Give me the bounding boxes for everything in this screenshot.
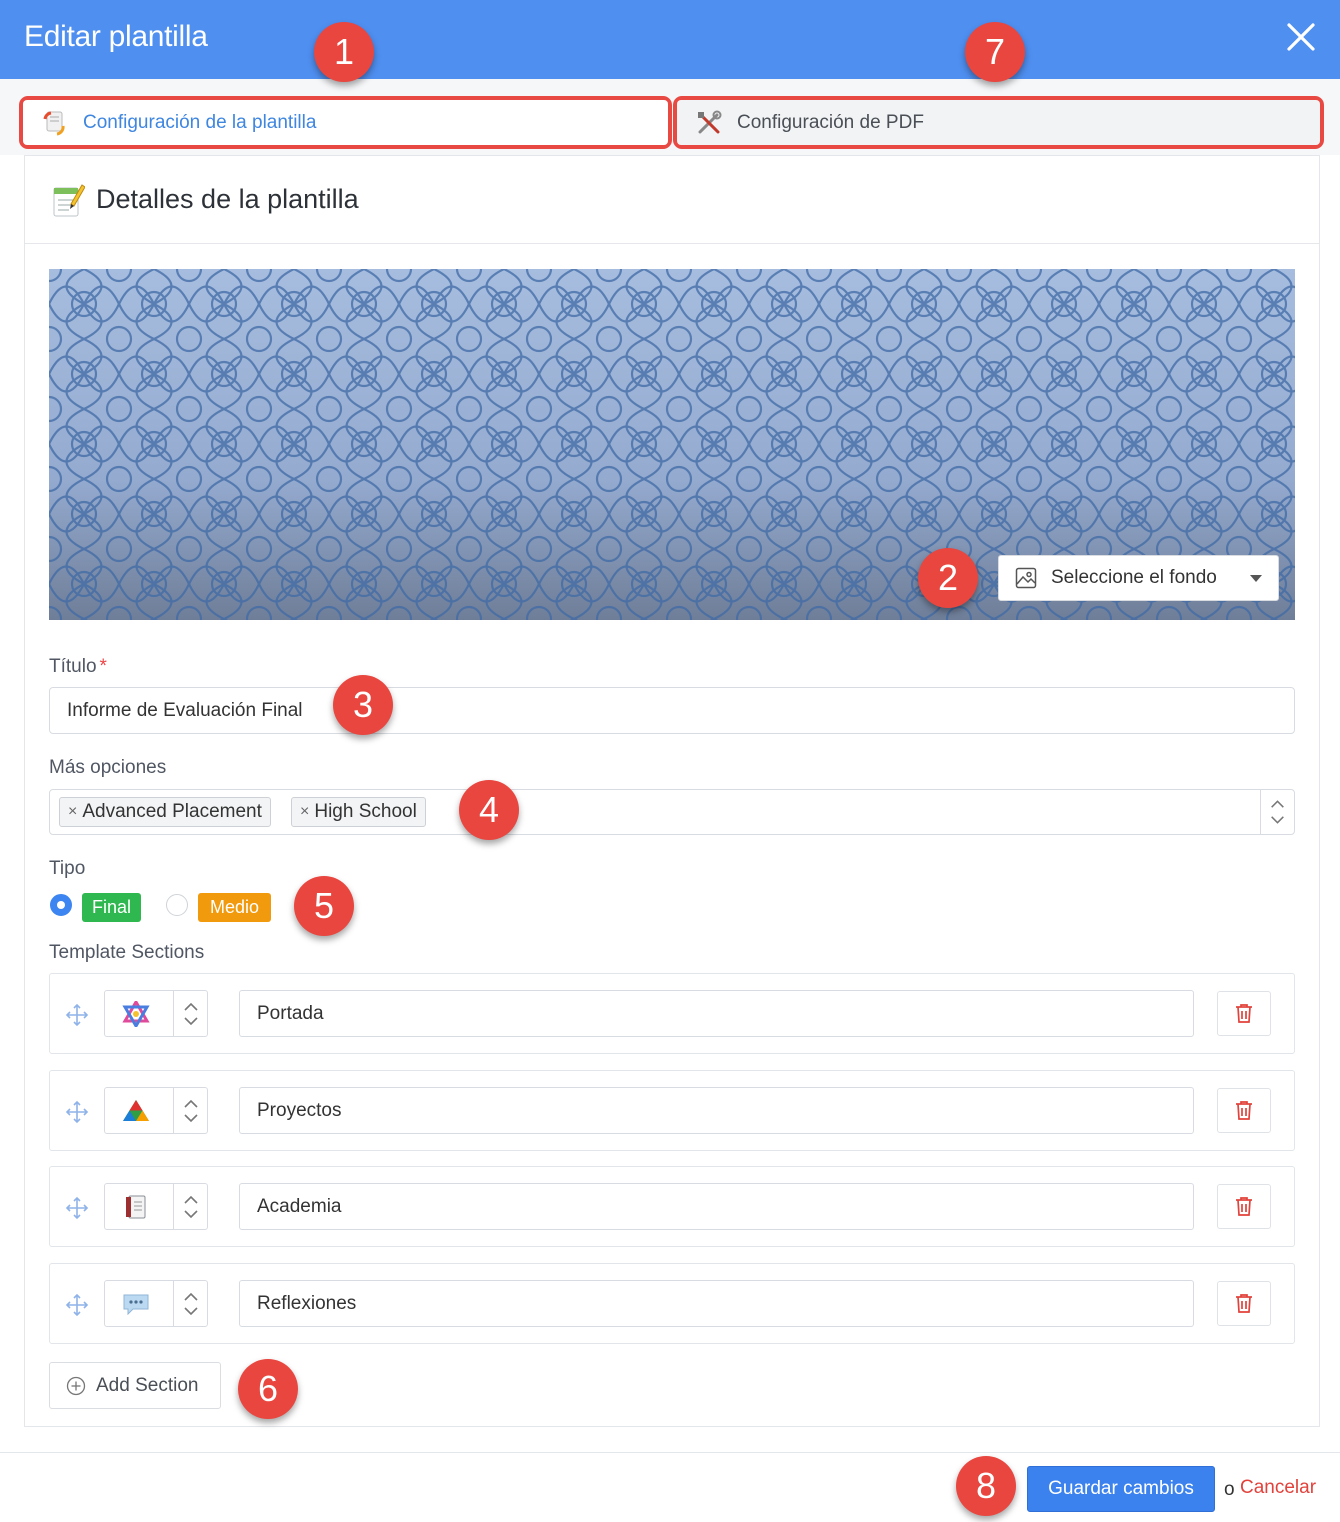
dialog-header: Editar plantilla: [0, 0, 1340, 79]
picker-arrows-icon[interactable]: [180, 999, 202, 1029]
required-mark: *: [99, 656, 107, 677]
panel-title: Detalles de la plantilla: [96, 184, 359, 214]
dialog-title: Editar plantilla: [24, 20, 208, 53]
picker-divider: [173, 1281, 174, 1326]
speech-bubble-icon: [123, 1294, 149, 1316]
tab-template-settings-label: Configuración de la plantilla: [83, 111, 317, 133]
template-section-row: Academia: [49, 1166, 1295, 1247]
remove-tag-icon[interactable]: ×: [68, 803, 77, 821]
option-tag-label: High School: [314, 801, 417, 822]
background-select[interactable]: Seleccione el fondo: [998, 555, 1279, 601]
more-options-select[interactable]: × Advanced Placement × High School: [49, 789, 1295, 835]
section-name-input[interactable]: Proyectos: [239, 1087, 1194, 1134]
picker-divider: [173, 991, 174, 1036]
document-refresh-icon: [43, 111, 65, 135]
template-details-panel: Detalles de la plantilla Seleccione el f…: [24, 155, 1320, 1427]
callout-badge: 1: [314, 22, 374, 82]
remove-tag-icon[interactable]: ×: [300, 803, 309, 821]
select-arrows-icon[interactable]: [1260, 790, 1294, 834]
template-sections-label: Template Sections: [49, 942, 205, 963]
trash-icon: [1236, 1101, 1252, 1120]
section-icon-picker[interactable]: [104, 1087, 208, 1134]
delete-section-button[interactable]: [1217, 1088, 1271, 1133]
picker-arrows-icon[interactable]: [180, 1289, 202, 1319]
tab-pdf-settings[interactable]: Configuración de PDF: [673, 96, 1324, 149]
dialog-footer: Guardar cambios o Cancelar: [0, 1452, 1340, 1522]
type-badge-medio: Medio: [198, 893, 271, 922]
section-name-value: Portada: [257, 1002, 324, 1024]
picker-arrows-icon[interactable]: [180, 1192, 202, 1222]
section-name-input[interactable]: Reflexiones: [239, 1280, 1194, 1327]
picker-divider: [173, 1088, 174, 1133]
trash-icon: [1236, 1294, 1252, 1313]
image-icon: [1015, 567, 1037, 589]
tab-template-settings[interactable]: Configuración de la plantilla: [19, 96, 672, 149]
title-input[interactable]: Informe de Evaluación Final: [49, 687, 1295, 734]
section-icon-picker[interactable]: [104, 1183, 208, 1230]
move-handle-icon[interactable]: [65, 1003, 89, 1027]
tab-pdf-settings-label: Configuración de PDF: [737, 111, 924, 133]
save-changes-button[interactable]: Guardar cambios: [1027, 1466, 1215, 1512]
callout-badge: 4: [459, 780, 519, 840]
plus-circle-icon: [66, 1376, 86, 1395]
panel-header: Detalles de la plantilla: [25, 156, 1319, 244]
chevron-down-icon: [1250, 575, 1262, 582]
close-icon[interactable]: [1284, 20, 1318, 54]
section-name-value: Academia: [257, 1195, 342, 1217]
section-name-input[interactable]: Academia: [239, 1183, 1194, 1230]
tab-bar: Configuración de la plantilla Configurac…: [0, 79, 1340, 155]
abc-triangle-icon: [123, 1100, 149, 1121]
type-badge-final: Final: [82, 893, 141, 922]
callout-badge: 7: [965, 22, 1025, 82]
option-tag-label: Advanced Placement: [82, 801, 262, 822]
star-of-david-icon: [122, 1001, 150, 1027]
picker-divider: [173, 1184, 174, 1229]
move-handle-icon[interactable]: [65, 1196, 89, 1220]
section-name-input[interactable]: Portada: [239, 990, 1194, 1037]
template-section-row: Portada: [49, 973, 1295, 1054]
callout-badge: 8: [956, 1456, 1016, 1516]
callout-badge: 3: [333, 675, 393, 735]
trash-icon: [1236, 1004, 1252, 1023]
move-handle-icon[interactable]: [65, 1100, 89, 1124]
option-tag: × Advanced Placement: [59, 797, 271, 827]
notebook-icon: [126, 1195, 146, 1219]
option-tag: × High School: [291, 797, 426, 827]
section-icon-picker[interactable]: [104, 1280, 208, 1327]
tools-icon: [698, 110, 722, 133]
memo-icon: [53, 184, 85, 217]
callout-badge: 5: [294, 876, 354, 936]
background-preview: Seleccione el fondo: [49, 269, 1295, 620]
section-icon-picker[interactable]: [104, 990, 208, 1037]
or-text: o: [1224, 1479, 1235, 1500]
cancel-link[interactable]: Cancelar: [1240, 1477, 1316, 1499]
delete-section-button[interactable]: [1217, 1184, 1271, 1229]
type-radio-final[interactable]: [50, 894, 72, 916]
callout-badge: 2: [918, 548, 978, 608]
move-handle-icon[interactable]: [65, 1293, 89, 1317]
section-name-value: Reflexiones: [257, 1292, 357, 1314]
section-name-value: Proyectos: [257, 1099, 342, 1121]
delete-section-button[interactable]: [1217, 991, 1271, 1036]
type-label: Tipo: [49, 858, 86, 879]
template-section-row: Proyectos: [49, 1070, 1295, 1151]
delete-section-button[interactable]: [1217, 1281, 1271, 1326]
picker-arrows-icon[interactable]: [180, 1096, 202, 1126]
title-label-text: Título: [49, 656, 97, 677]
background-select-label: Seleccione el fondo: [1051, 567, 1217, 588]
trash-icon: [1236, 1197, 1252, 1216]
callout-badge: 6: [238, 1359, 298, 1419]
more-options-label: Más opciones: [49, 757, 167, 778]
add-section-button[interactable]: Add Section: [49, 1362, 221, 1409]
type-radio-medio[interactable]: [166, 894, 188, 916]
title-input-value: Informe de Evaluación Final: [67, 699, 303, 721]
template-section-row: Reflexiones: [49, 1263, 1295, 1344]
add-section-label: Add Section: [96, 1374, 199, 1396]
title-label: Título *: [49, 656, 107, 678]
